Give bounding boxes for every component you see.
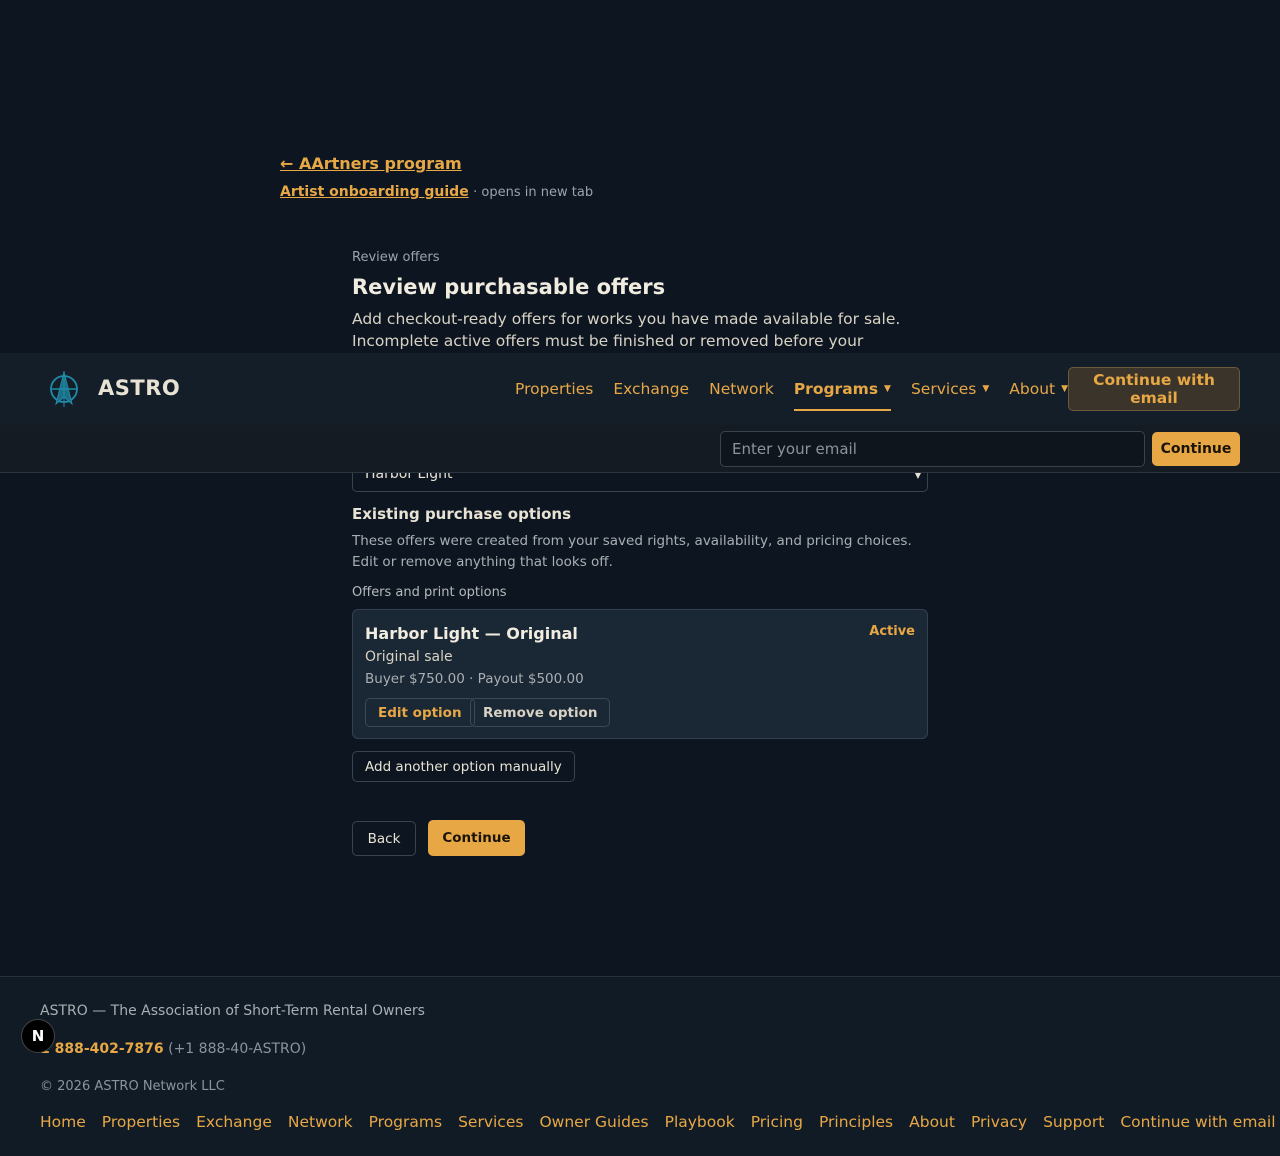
caret-down-icon: ▼: [982, 384, 990, 394]
footer-link-programs[interactable]: Programs: [369, 1113, 442, 1131]
continue-button[interactable]: Continue: [428, 820, 525, 856]
footer-link-about[interactable]: About: [909, 1113, 955, 1131]
new-tab-note: · opens in new tab: [473, 185, 594, 200]
footer-link-network[interactable]: Network: [288, 1113, 353, 1131]
footer-org-name: ASTRO — The Association of Short-Term Re…: [40, 1003, 425, 1019]
offer-type: Original sale: [365, 649, 453, 665]
artwork-select[interactable]: Harbor Light ▼: [352, 473, 928, 492]
caret-down-icon: ▼: [1061, 384, 1069, 394]
offer-card: Harbor Light — Original Active Original …: [352, 609, 928, 739]
footer-link-home[interactable]: Home: [40, 1113, 86, 1131]
astro-logo-icon[interactable]: [48, 370, 80, 408]
footer-link-properties[interactable]: Properties: [102, 1113, 180, 1131]
remove-option-button[interactable]: Remove option: [470, 698, 611, 727]
nav-item-exchange[interactable]: Exchange: [613, 353, 689, 425]
artwork-select-value: Harbor Light: [365, 473, 453, 482]
footer-link-support[interactable]: Support: [1043, 1113, 1104, 1131]
dev-tools-badge[interactable]: N: [21, 1019, 55, 1053]
add-option-button[interactable]: Add another option manually: [352, 751, 575, 782]
nav-item-label: Programs: [793, 380, 879, 398]
phone-alt: (+1 888-40-ASTRO): [168, 1041, 307, 1057]
nav-item-programs[interactable]: Programs ▼: [793, 353, 892, 425]
onboarding-guide-link[interactable]: Artist onboarding guide: [280, 184, 469, 200]
brand-name[interactable]: ASTRO: [98, 376, 180, 400]
nav-item-label: Services: [910, 380, 977, 398]
back-button[interactable]: Back: [352, 821, 416, 856]
footer-link-owner-guides[interactable]: Owner Guides: [539, 1113, 648, 1131]
caret-down-icon: ▼: [884, 384, 891, 394]
email-input[interactable]: [720, 431, 1145, 467]
footer-link-services[interactable]: Services: [458, 1113, 523, 1131]
offers-list-label: Offers and print options: [352, 585, 507, 600]
site-footer: ASTRO — The Association of Short-Term Re…: [0, 976, 1280, 1156]
email-signup-bar: Continue: [0, 425, 1280, 473]
top-navbar: ASTRO Properties Exchange Network Programs ▼…: [0, 353, 1280, 425]
nav-item-label: Network: [709, 380, 774, 398]
footer-link-privacy[interactable]: Privacy: [971, 1113, 1027, 1131]
nav-item-about[interactable]: About ▼: [1009, 353, 1068, 425]
offer-pricing: Buyer $750.00 · Payout $500.00: [365, 671, 584, 687]
phone-link[interactable]: 1 888-402-7876: [40, 1041, 164, 1057]
footer-link-principles[interactable]: Principles: [819, 1113, 893, 1131]
chevron-down-icon: ▼: [914, 473, 921, 480]
nav-item-services[interactable]: Services ▼: [911, 353, 989, 425]
back-to-program-link[interactable]: ← AArtners program: [280, 154, 462, 173]
nav-item-label: Exchange: [613, 380, 690, 398]
footer-links: Home Properties Exchange Network Programs Ser…: [40, 1113, 1280, 1131]
nav-item-properties[interactable]: Properties: [515, 353, 593, 425]
footer-link-pricing[interactable]: Pricing: [751, 1113, 803, 1131]
step-eyebrow: Review offers: [352, 250, 440, 265]
edit-option-button[interactable]: Edit option: [365, 698, 475, 727]
nav-menu: Properties Exchange Network Programs ▼ Servic…: [515, 353, 1088, 425]
guide-row: Artist onboarding guide · opens in new t…: [280, 184, 593, 200]
nav-item-label: Properties: [515, 380, 594, 398]
footer-link-playbook[interactable]: Playbook: [665, 1113, 735, 1131]
footer-copyright: © 2026 ASTRO Network LLC: [40, 1079, 225, 1094]
existing-options-title: Existing purchase options: [352, 505, 572, 523]
offer-title: Harbor Light — Original: [365, 624, 578, 643]
email-continue-button[interactable]: Continue: [1152, 432, 1240, 466]
existing-options-description: These offers were created from your save…: [352, 533, 912, 570]
status-badge: Active: [869, 624, 915, 639]
nav-item-label: About: [1009, 380, 1056, 398]
page-intro: Add checkout-ready offers for works you …: [352, 310, 901, 350]
footer-link-exchange[interactable]: Exchange: [196, 1113, 272, 1131]
nav-item-network[interactable]: Network: [709, 353, 774, 425]
footer-phone: 1 888-402-7876 (+1 888-40-ASTRO): [40, 1041, 306, 1057]
footer-link-continue-with-email[interactable]: Continue with email: [1120, 1113, 1275, 1131]
continue-with-email-button[interactable]: Continue with email: [1068, 367, 1240, 411]
page-title: Review purchasable offers: [352, 275, 666, 299]
